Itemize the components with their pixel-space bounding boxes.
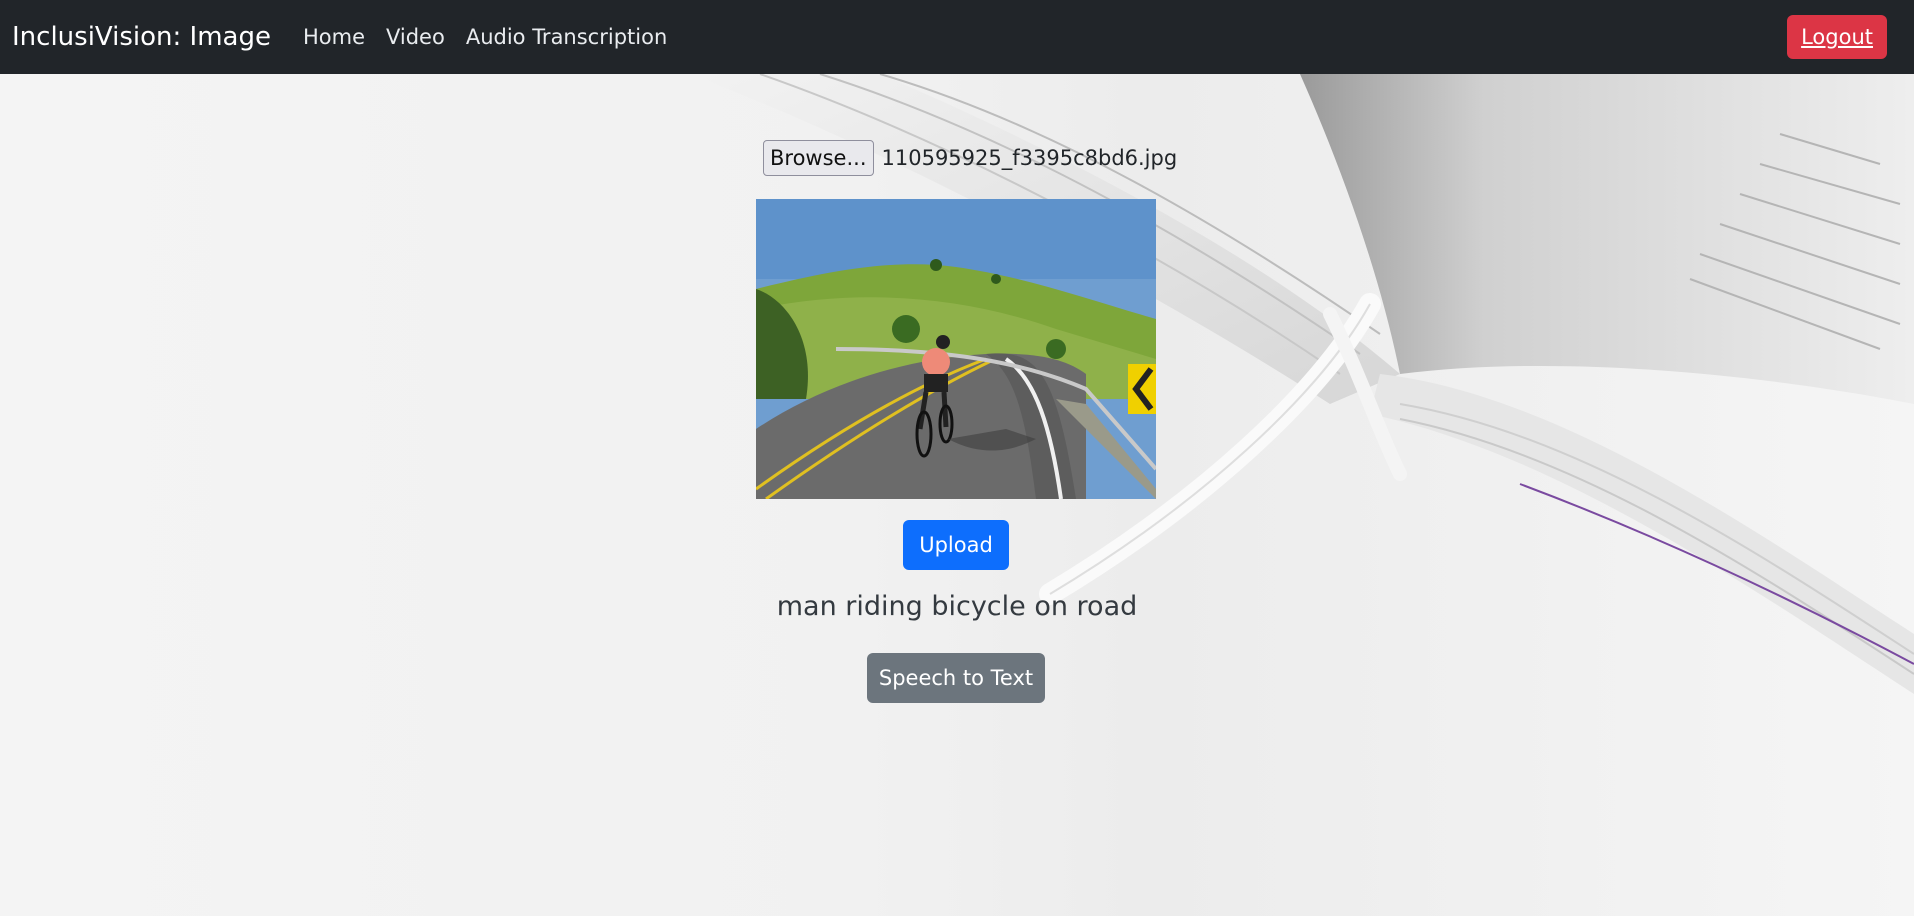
top-navbar: InclusiVision: Image Home Video Audio Tr… (0, 0, 1914, 74)
nav-link-audio-transcription[interactable]: Audio Transcription (466, 25, 667, 49)
nav-link-home[interactable]: Home (303, 25, 365, 49)
logout-button[interactable]: Logout (1787, 15, 1887, 59)
speech-to-text-button[interactable]: Speech to Text (867, 653, 1045, 703)
selected-file-name: 110595925_f3395c8bd6.jpg (881, 146, 1178, 170)
brand-title[interactable]: InclusiVision: Image (12, 22, 271, 52)
upload-button[interactable]: Upload (903, 520, 1009, 570)
browse-button[interactable]: Browse... (763, 140, 874, 176)
main-content: Browse... 110595925_f3395c8bd6.jpg Uploa… (0, 74, 1914, 916)
image-preview (756, 199, 1156, 499)
nav-link-video[interactable]: Video (386, 25, 445, 49)
generated-caption: man riding bicycle on road (776, 591, 1138, 622)
file-input[interactable]: Browse... 110595925_f3395c8bd6.jpg (763, 140, 1177, 176)
